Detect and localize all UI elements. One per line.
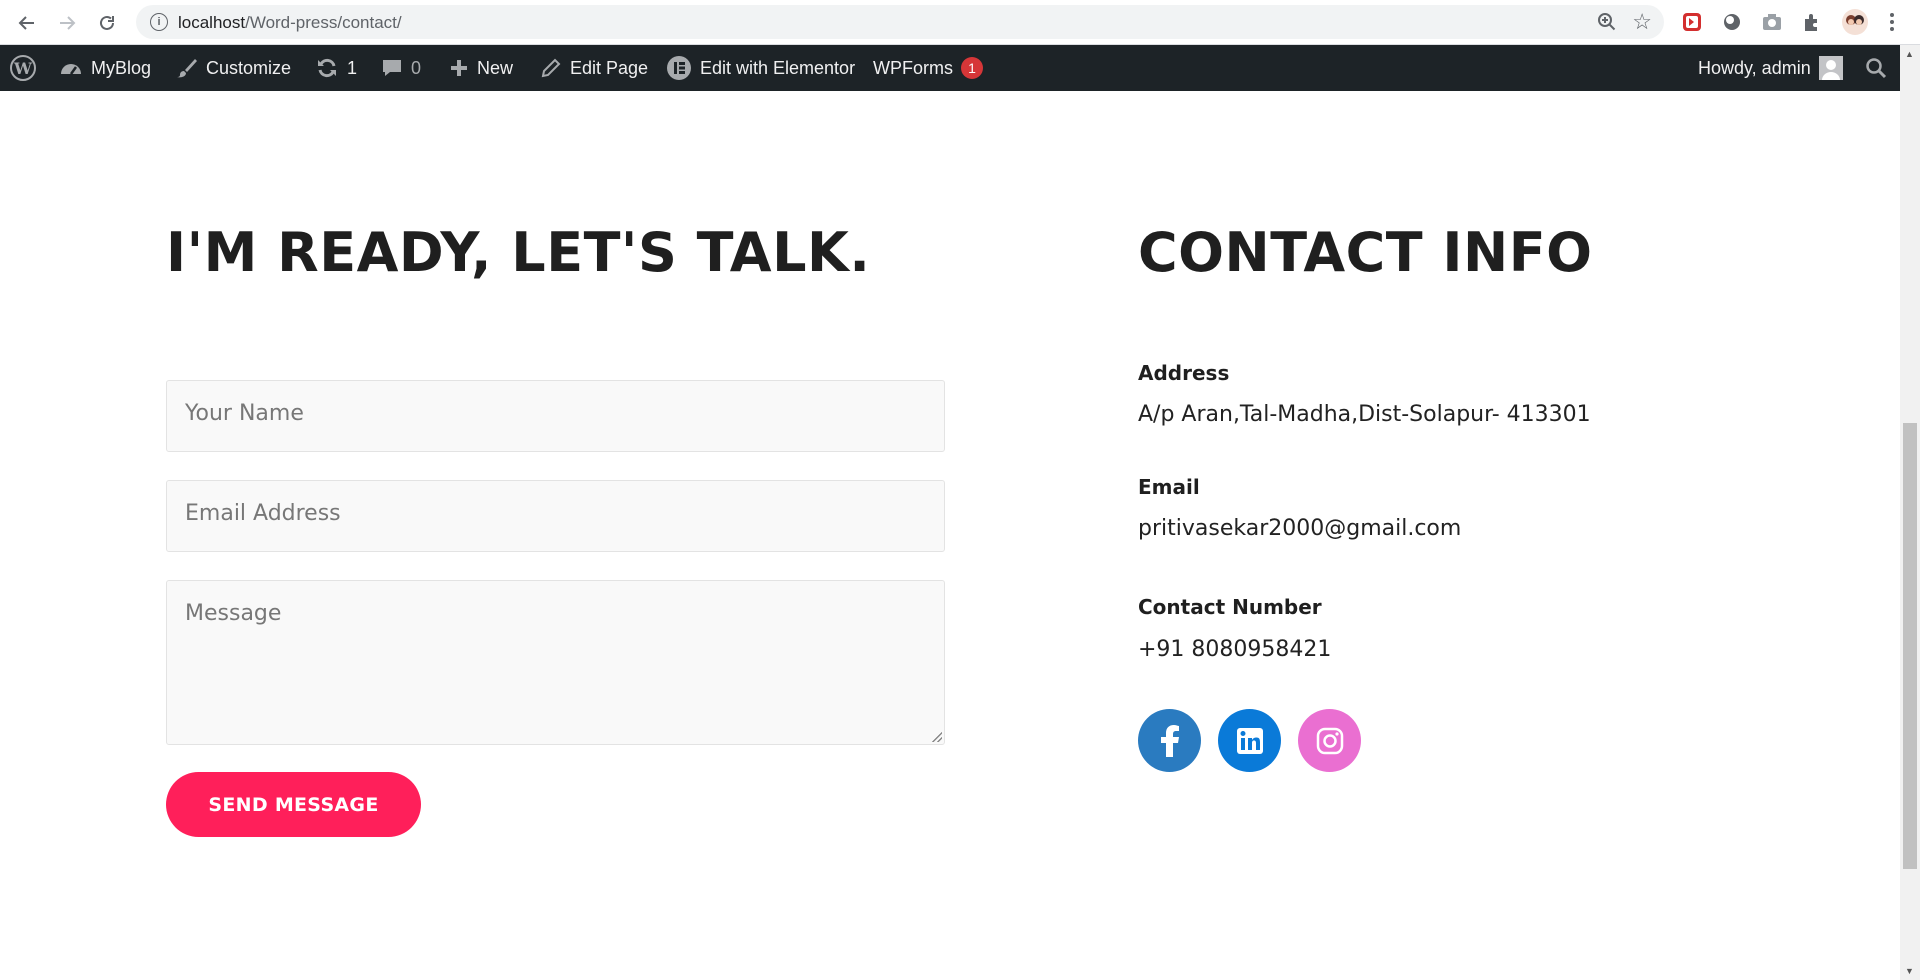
name-input[interactable]: Your Name <box>166 380 945 452</box>
linkedin-icon <box>1236 727 1263 754</box>
new-content-link[interactable]: New <box>449 45 513 91</box>
plus-icon <box>449 58 469 78</box>
extension-circle-icon[interactable] <box>1721 11 1743 33</box>
updates-link[interactable]: 1 <box>315 45 357 91</box>
form-heading: I'M READY, LET'S TALK. <box>166 221 871 284</box>
address-value: A/p Aran,Tal-Madha,Dist-Solapur- 413301 <box>1138 402 1591 427</box>
email-value: pritivasekar2000@gmail.com <box>1138 516 1462 541</box>
url-text: localhost/Word-press/contact/ <box>178 13 402 32</box>
user-avatar-icon <box>1818 56 1843 80</box>
site-name-label: MyBlog <box>91 57 152 78</box>
customize-label: Customize <box>206 57 292 78</box>
comments-link[interactable]: 0 <box>381 45 421 91</box>
site-info-icon[interactable]: i <box>150 13 168 31</box>
instagram-icon <box>1316 727 1343 754</box>
chrome-menu-icon[interactable] <box>1881 11 1903 33</box>
wpforms-label: WPForms <box>873 57 953 78</box>
dashboard-gauge-icon <box>59 58 83 78</box>
page-scrollbar[interactable]: ▲ ▼ <box>1900 45 1920 980</box>
customize-link[interactable]: Customize <box>176 45 291 91</box>
edit-page-label: Edit Page <box>570 57 649 78</box>
contact-number-value: +91 8080958421 <box>1138 637 1332 662</box>
paintbrush-icon <box>176 57 198 79</box>
scroll-up-arrow-icon[interactable]: ▲ <box>1905 49 1914 59</box>
facebook-button[interactable] <box>1138 709 1201 772</box>
linkedin-button[interactable] <box>1218 709 1281 772</box>
browser-toolbar: i localhost/Word-press/contact/ ☆ <box>0 0 1920 45</box>
bookmark-star-icon[interactable]: ☆ <box>1632 9 1652 35</box>
forward-arrow-icon[interactable] <box>52 8 82 38</box>
howdy-label: Howdy, admin <box>1698 57 1811 78</box>
address-label: Address <box>1138 361 1230 385</box>
contact-info-heading: CONTACT INFO <box>1138 221 1593 284</box>
edit-elementor-link[interactable]: Edit with Elementor <box>666 45 855 91</box>
back-arrow-icon[interactable] <box>12 8 42 38</box>
wp-admin-bar: W MyBlog Customize 1 0 New Edit Page Edi… <box>0 45 1900 91</box>
new-label: New <box>477 57 514 78</box>
extensions-puzzle-icon[interactable] <box>1801 11 1823 33</box>
send-message-button[interactable]: SEND MESSAGE <box>166 772 421 837</box>
wpforms-notification-badge: 1 <box>961 57 983 79</box>
svg-text:W: W <box>13 59 33 78</box>
message-textarea[interactable]: Message <box>166 580 945 745</box>
instagram-button[interactable] <box>1298 709 1361 772</box>
pencil-icon <box>540 57 562 79</box>
site-name-link[interactable]: MyBlog <box>59 45 151 91</box>
extension-red-icon[interactable] <box>1681 11 1703 33</box>
wordpress-logo-icon[interactable]: W <box>9 45 37 91</box>
comment-bubble-icon <box>381 57 403 79</box>
resize-handle-icon[interactable] <box>932 732 942 742</box>
profile-avatar-icon[interactable] <box>1841 8 1869 36</box>
updates-count: 1 <box>347 57 358 78</box>
zoom-icon[interactable] <box>1596 11 1618 33</box>
email-input[interactable]: Email Address <box>166 480 945 552</box>
facebook-icon <box>1160 724 1179 757</box>
page-content: I'M READY, LET'S TALK. Your Name Email A… <box>0 91 1900 980</box>
address-bar[interactable]: i localhost/Word-press/contact/ ☆ <box>136 5 1664 39</box>
edit-elementor-label: Edit with Elementor <box>700 57 856 78</box>
scroll-thumb[interactable] <box>1903 423 1917 869</box>
edit-page-link[interactable]: Edit Page <box>540 45 648 91</box>
message-placeholder: Message <box>185 601 282 626</box>
updates-refresh-icon <box>315 57 339 79</box>
wpforms-link[interactable]: WPForms 1 <box>873 45 983 91</box>
comments-count: 0 <box>411 57 422 78</box>
elementor-icon <box>666 55 692 81</box>
camera-icon[interactable] <box>1761 11 1783 33</box>
my-account-link[interactable]: Howdy, admin <box>1698 45 1843 91</box>
email-label: Email <box>1138 475 1200 499</box>
contact-number-label: Contact Number <box>1138 595 1322 619</box>
admin-search-icon[interactable] <box>1865 45 1887 91</box>
reload-icon[interactable] <box>92 8 122 38</box>
scroll-down-arrow-icon[interactable]: ▼ <box>1905 966 1914 976</box>
